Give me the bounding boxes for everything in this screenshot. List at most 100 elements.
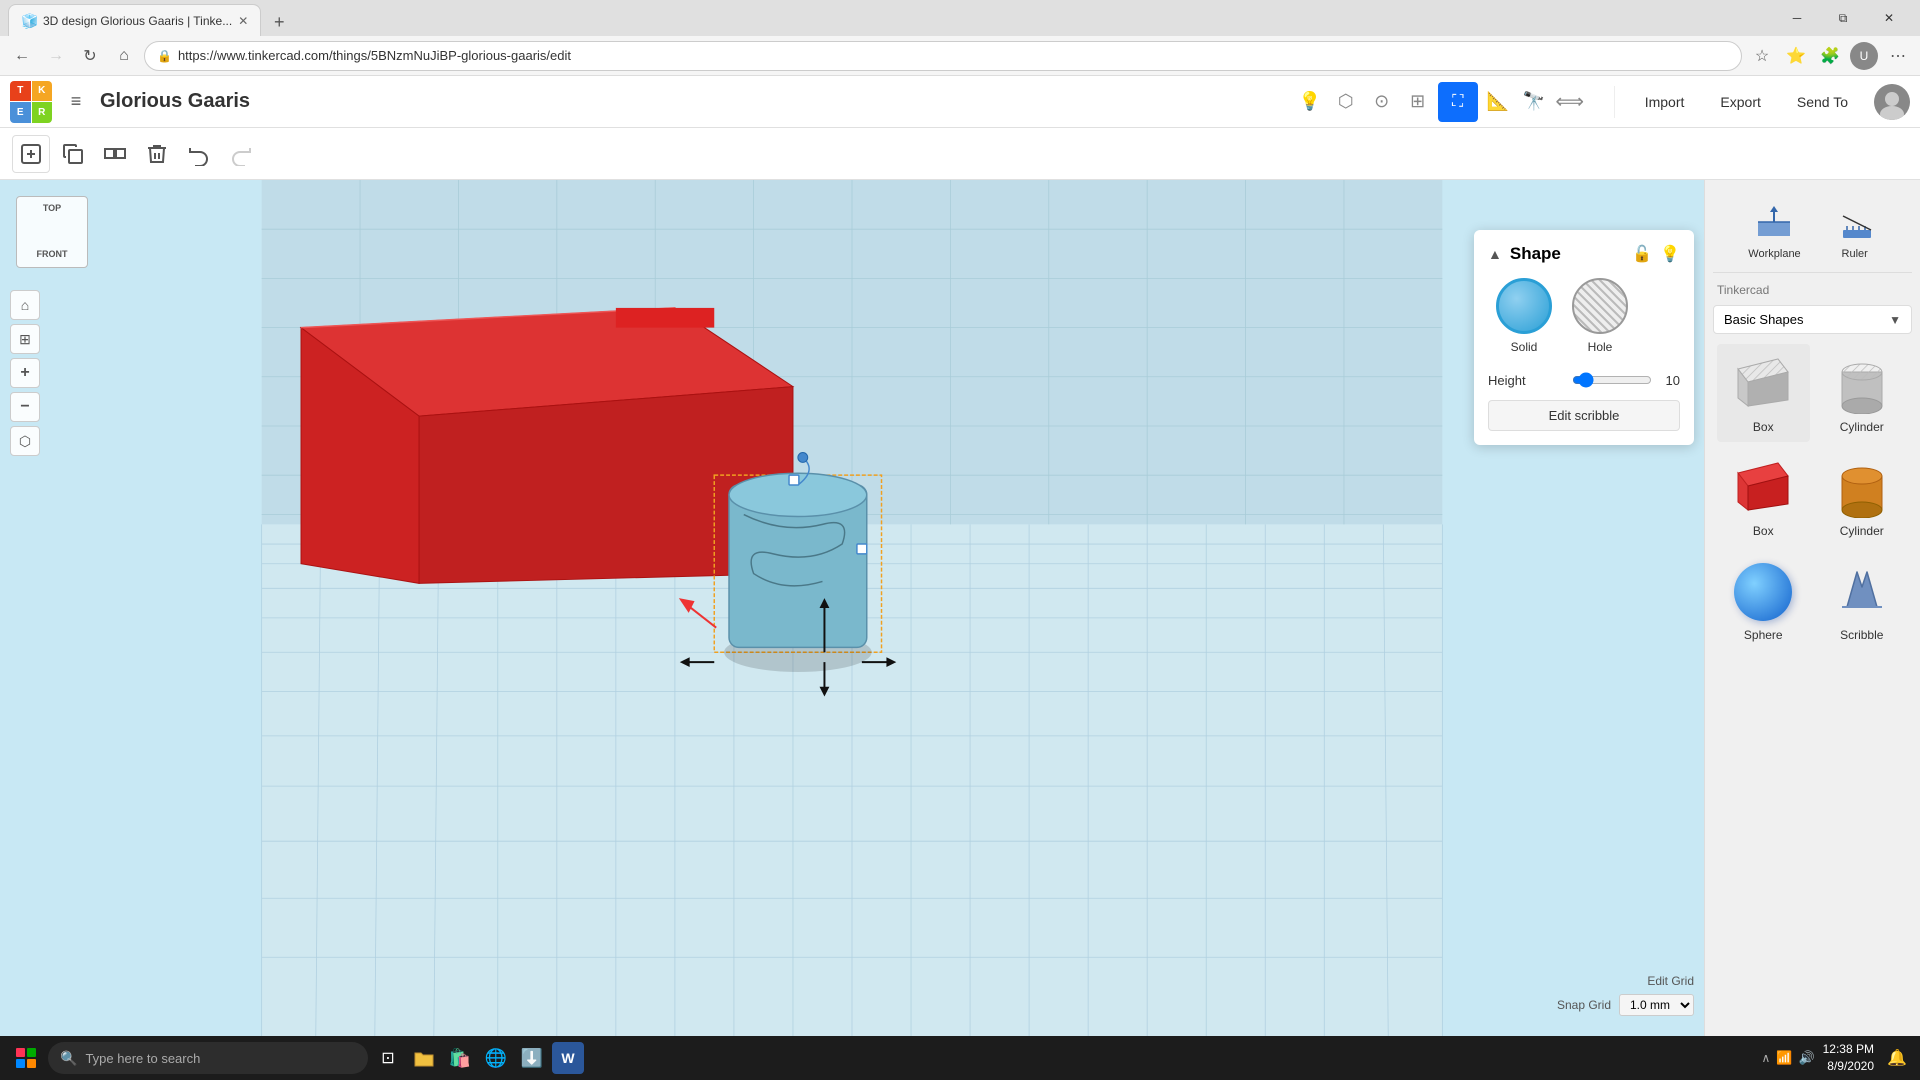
delete-button[interactable] [138, 135, 176, 173]
height-slider[interactable] [1572, 372, 1652, 388]
logo-t: T [10, 81, 31, 102]
word-icon[interactable]: W [552, 1042, 584, 1074]
home-button[interactable]: ⌂ [110, 42, 138, 70]
app-user-avatar[interactable] [1874, 84, 1910, 120]
lock-icon: 🔒 [157, 49, 172, 63]
wifi-icon[interactable]: 📶 [1776, 1050, 1792, 1066]
close-button[interactable]: ✕ [1866, 2, 1912, 34]
forward-button[interactable]: → [42, 42, 70, 70]
shape-item-cyl-orange[interactable]: Cylinder [1816, 448, 1909, 546]
main-content: TOP FRONT ⌂ ⊞ + − ⬡ ▲ Shape 🔓 💡 [0, 180, 1920, 1036]
duplicate-button[interactable] [54, 135, 92, 173]
zoom-out-button[interactable]: − [10, 392, 40, 422]
shape-item-sphere[interactable]: Sphere [1717, 552, 1810, 650]
panel-collapse-icon[interactable]: ▲ [1488, 246, 1502, 262]
workplane-tool[interactable]: Workplane [1736, 196, 1812, 264]
edge-icon[interactable]: 🌐 [480, 1042, 512, 1074]
cyl-orange-thumb [1825, 456, 1899, 520]
home-view-button[interactable]: ⌂ [10, 290, 40, 320]
snap-dropdown[interactable]: 1.0 mm 0.5 mm 2.0 mm [1619, 994, 1694, 1016]
edit-grid-label[interactable]: Edit Grid [1647, 974, 1694, 988]
solid-option[interactable]: Solid [1496, 278, 1552, 354]
up-arrow-icon[interactable]: ∧ [1761, 1051, 1770, 1065]
reload-button[interactable]: ↻ [76, 42, 104, 70]
back-button[interactable]: ← [8, 42, 36, 70]
ruler-label: Ruler [1842, 248, 1868, 260]
sphere-shape [1734, 563, 1792, 621]
downloads-icon[interactable]: ⬇️ [516, 1042, 548, 1074]
profile-button[interactable]: ⭐ [1782, 42, 1810, 70]
ruler-icon[interactable]: 📐 [1482, 86, 1514, 118]
view-cube[interactable]: TOP FRONT [16, 196, 88, 268]
shape-item-scribble[interactable]: Scribble [1816, 552, 1909, 650]
new-tab-button[interactable]: + [263, 8, 295, 36]
orthographic-button[interactable]: ⬡ [10, 426, 40, 456]
panel-tools: Workplane Ruler [1713, 188, 1912, 273]
edit-scribble-button[interactable]: Edit scribble [1488, 400, 1680, 431]
clock[interactable]: 12:38 PM 8/9/2020 [1823, 1041, 1874, 1075]
extensions-button[interactable]: 🧩 [1816, 42, 1844, 70]
toolbar [0, 128, 1920, 180]
workplane-label: Workplane [1748, 248, 1800, 260]
3d-view-button[interactable]: ⛶ [1438, 82, 1478, 122]
zoom-in-button[interactable]: + [10, 358, 40, 388]
bookmark-button[interactable]: ☆ [1748, 42, 1776, 70]
scene-svg [0, 180, 1704, 1036]
view-top-label: TOP [43, 203, 61, 213]
panel-light-icon[interactable]: 💡 [1660, 244, 1680, 264]
volume-icon[interactable]: 🔊 [1798, 1050, 1814, 1066]
export-button[interactable]: Export [1702, 86, 1778, 118]
browser-chrome: 🧊 3D design Glorious Gaaris | Tinke... ✕… [0, 0, 1920, 76]
address-bar[interactable]: 🔒 https://www.tinkercad.com/things/5BNzm… [144, 41, 1742, 71]
shape-item-box-gray[interactable]: Box [1717, 344, 1810, 442]
shape-item-cyl-gray[interactable]: Cylinder [1816, 344, 1909, 442]
import-button[interactable]: Import [1627, 86, 1703, 118]
file-explorer-icon[interactable] [408, 1042, 440, 1074]
glasses-icon[interactable]: 🔭 [1518, 86, 1550, 118]
scribble-label: Scribble [1840, 628, 1883, 642]
minimize-button[interactable]: ─ [1774, 2, 1820, 34]
shape-panel-header: ▲ Shape 🔓 💡 [1488, 244, 1680, 264]
header-tools-right: 💡 ⬡ ⊙ ⊞ ⛶ 📐 🔭 ⟺ [1294, 82, 1586, 122]
canvas-area[interactable]: TOP FRONT ⌂ ⊞ + − ⬡ ▲ Shape 🔓 💡 [0, 180, 1704, 1036]
maximize-button[interactable]: ⧉ [1820, 2, 1866, 34]
group-button[interactable] [96, 135, 134, 173]
ruler-tool[interactable]: Ruler [1821, 196, 1889, 264]
task-view-button[interactable]: ⊡ [372, 1042, 404, 1074]
undo-button[interactable] [180, 135, 218, 173]
system-tray: ∧ 📶 🔊 [1761, 1050, 1814, 1066]
hole-option[interactable]: Hole [1572, 278, 1628, 354]
fit-view-button[interactable]: ⊞ [10, 324, 40, 354]
more-button[interactable]: ⋯ [1884, 42, 1912, 70]
hint-icon[interactable]: 💡 [1294, 86, 1326, 118]
panel-lock-icon[interactable]: 🔓 [1632, 244, 1652, 264]
tab-close-icon[interactable]: ✕ [238, 14, 248, 28]
shape-options: Solid Hole [1488, 278, 1680, 354]
sphere-thumb [1726, 560, 1800, 624]
search-bar[interactable]: 🔍 Type here to search [48, 1042, 368, 1074]
header-actions: Import Export Send To [1614, 86, 1866, 118]
new-shape-button[interactable] [12, 135, 50, 173]
redo-button[interactable] [222, 135, 260, 173]
project-name[interactable]: Glorious Gaaris [100, 90, 1286, 113]
menu-icon[interactable]: ≡ [60, 86, 92, 118]
ruler-tool-icon [1833, 200, 1877, 244]
tab-active[interactable]: 🧊 3D design Glorious Gaaris | Tinke... ✕ [8, 4, 261, 36]
shapes-dropdown[interactable]: Basic Shapes ▼ [1713, 305, 1912, 334]
circle-icon[interactable]: ⊙ [1366, 86, 1398, 118]
shield-icon[interactable]: ⬡ [1330, 86, 1362, 118]
tinkercad-logo[interactable]: T K E R [10, 81, 52, 123]
view-front-label: FRONT [37, 249, 68, 259]
height-value: 10 [1660, 373, 1680, 388]
shape-item-box-red[interactable]: Box [1717, 448, 1810, 546]
user-avatar[interactable]: U [1850, 42, 1878, 70]
send-to-button[interactable]: Send To [1779, 86, 1866, 118]
cyl-gray-label: Cylinder [1840, 420, 1884, 434]
mirror-icon[interactable]: ⟺ [1554, 86, 1586, 118]
start-button[interactable] [8, 1040, 44, 1076]
grid-icon[interactable]: ⊞ [1402, 86, 1434, 118]
notification-button[interactable]: 🔔 [1882, 1043, 1912, 1073]
microsoft-store-icon[interactable]: 🛍️ [444, 1042, 476, 1074]
window-controls: ─ ⧉ ✕ [1774, 0, 1912, 36]
hole-label: Hole [1588, 340, 1613, 354]
